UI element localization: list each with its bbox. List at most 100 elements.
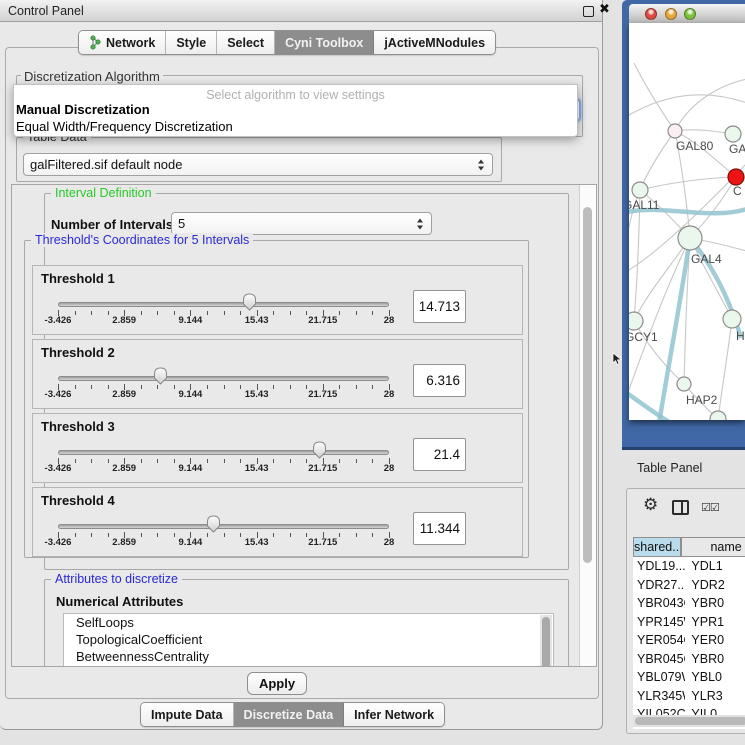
horizontal-scrollbar-thumb[interactable] [635, 717, 745, 725]
numerical-attributes-list[interactable]: SelfLoopsTopologicalCoefficientBetweenne… [63, 613, 554, 667]
slider-thumb[interactable] [153, 367, 168, 385]
number-of-intervals-combobox[interactable]: 5 [171, 212, 432, 235]
slider-tick [273, 459, 274, 463]
table-row[interactable]: YBL079WYBL0 [633, 668, 745, 687]
table-row[interactable]: YBR043CYBR0 [633, 594, 745, 613]
table-panel-title: Table Panel [637, 461, 702, 475]
network-node[interactable] [632, 182, 648, 198]
tab-label: jActiveMNodules [384, 36, 485, 50]
table-cell[interactable]: YBL0 [685, 668, 745, 687]
table-cell[interactable]: YDR27... [633, 576, 685, 595]
table-row[interactable]: YER054CYER0 [633, 631, 745, 650]
table-data-combobox[interactable]: galFiltered.sif default node [23, 153, 493, 176]
tab-style[interactable]: Style [166, 31, 217, 54]
slider-thumb[interactable] [206, 515, 221, 533]
slider-thumb[interactable] [242, 293, 257, 311]
network-node[interactable] [710, 411, 726, 420]
table-cell[interactable]: YBL079W [633, 668, 685, 687]
attribute-list-item[interactable]: SelfLoops [64, 614, 553, 631]
tab-jactivemnodules[interactable]: jActiveMNodules [374, 31, 495, 54]
network-node[interactable] [677, 377, 691, 391]
number-of-intervals-label: Number of Intervals [51, 217, 173, 232]
column-header-name[interactable]: name [681, 537, 745, 557]
threshold-value-field[interactable]: 21.4 [413, 438, 466, 471]
slider-tick [306, 459, 307, 463]
node-label: GA [729, 142, 745, 156]
apply-button[interactable]: Apply [247, 672, 307, 695]
attribute-list-item[interactable]: TopologicalCoefficient [64, 631, 553, 648]
table-row[interactable]: YDR27...YDR2 [633, 576, 745, 595]
network-node[interactable] [728, 169, 744, 185]
slider-track[interactable] [58, 376, 389, 381]
table-cell[interactable]: YDR2 [685, 576, 745, 595]
control-panel-titlebar: Control Panel ✖ [0, 0, 602, 22]
vertical-scrollbar[interactable] [579, 185, 596, 666]
slider-tick [91, 533, 92, 537]
tab-infer-network[interactable]: Infer Network [344, 703, 444, 726]
tab-impute-data[interactable]: Impute Data [141, 703, 234, 726]
network-canvas[interactable]: GAL80GACGAL11GAL4GCY1HHAP2 [629, 23, 745, 420]
network-node[interactable] [723, 310, 741, 328]
slider-track[interactable] [58, 450, 389, 455]
popup-item-manual-discretization[interactable]: Manual Discretization [16, 102, 150, 117]
mac-close-icon[interactable] [645, 8, 657, 20]
attribute-list-item[interactable]: BetweennessCentrality [64, 648, 553, 665]
horizontal-scrollbar[interactable] [633, 715, 745, 727]
table-row[interactable]: YBR045CYBR0 [633, 650, 745, 669]
vertical-scrollbar-thumb[interactable] [583, 207, 592, 563]
column-header-shared-name[interactable]: shared... [633, 537, 681, 557]
mac-minimize-icon[interactable] [665, 8, 677, 20]
list-scrollbar[interactable] [540, 615, 552, 667]
network-node[interactable] [725, 126, 741, 142]
checkbox-icons[interactable]: ☑☑ [701, 501, 719, 514]
tab-cyni-toolbox[interactable]: Cyni Toolbox [275, 31, 374, 54]
table-row[interactable]: YLR345WYLR3 [633, 687, 745, 706]
slider-track[interactable] [58, 524, 389, 529]
tab-discretize-data[interactable]: Discretize Data [234, 703, 345, 726]
thresholds-group: Threshold's Coordinates for 5 Intervals … [24, 240, 529, 558]
close-icon[interactable]: ✖ [599, 2, 610, 17]
network-node[interactable] [668, 124, 682, 138]
popup-item-equal-width-frequency[interactable]: Equal Width/Frequency Discretization [16, 119, 233, 134]
table-row[interactable]: YPR145WYPR1 [633, 613, 745, 632]
control-panel-tabbar: Network Style Select Cyni Toolbox jActiv… [78, 30, 496, 55]
table-cell[interactable]: YDL1 [685, 557, 745, 576]
slider-tick [224, 459, 225, 463]
table-cell[interactable]: YER054C [633, 631, 685, 650]
node-label: HAP2 [686, 393, 718, 407]
threshold-value-field[interactable]: 11.344 [413, 512, 466, 545]
slider-tick [290, 533, 291, 537]
table-row[interactable]: YDL19...YDL1 [633, 557, 745, 576]
network-node[interactable] [629, 312, 643, 330]
slider-tick-label: -3.426 [45, 537, 72, 548]
slider-tick [339, 311, 340, 315]
split-column-icon[interactable] [672, 500, 689, 515]
table-cell[interactable]: YBR043C [633, 594, 685, 613]
slider-tick-label: 28 [384, 537, 395, 548]
table-cell[interactable]: YBR045C [633, 650, 685, 669]
table-cell[interactable]: YPR1 [685, 613, 745, 632]
algorithm-hint-text: Select algorithm to view settings [14, 88, 577, 102]
table-cell[interactable]: YER0 [685, 631, 745, 650]
mac-zoom-icon[interactable] [684, 8, 696, 20]
slider-tick-label: -3.426 [45, 463, 72, 474]
slider-thumb[interactable] [312, 441, 327, 459]
tab-network[interactable]: Network [79, 31, 166, 54]
table-cell[interactable]: YBR0 [685, 594, 745, 613]
slider-track[interactable] [58, 302, 389, 307]
node-label: GAL11 [629, 198, 660, 212]
threshold-label: Threshold 4 [41, 493, 115, 508]
threshold-value-field[interactable]: 14.713 [413, 290, 466, 323]
float-window-icon[interactable] [583, 6, 594, 17]
table-cell[interactable]: YLR345W [633, 687, 685, 706]
list-scrollbar-thumb[interactable] [542, 617, 550, 667]
table-cell[interactable]: YLR3 [685, 687, 745, 706]
network-node[interactable] [678, 226, 702, 250]
table-cell[interactable]: YBR0 [685, 650, 745, 669]
slider-tick [207, 385, 208, 389]
threshold-value-field[interactable]: 6.316 [413, 364, 466, 397]
table-cell[interactable]: YPR145W [633, 613, 685, 632]
gear-icon[interactable]: ⚙ [643, 495, 658, 515]
tab-select[interactable]: Select [217, 31, 275, 54]
table-cell[interactable]: YDL19... [633, 557, 685, 576]
